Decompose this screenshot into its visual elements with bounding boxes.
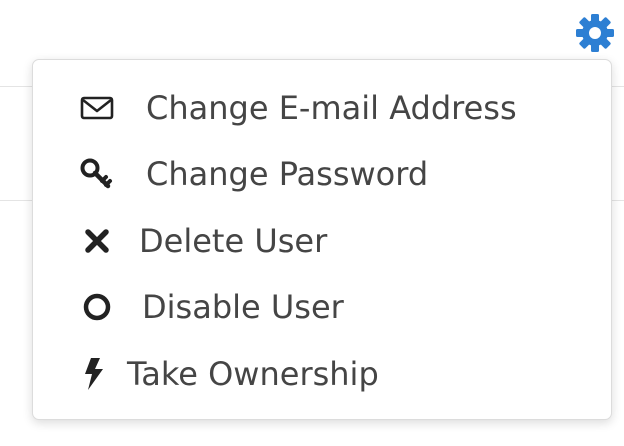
menu-item-disable-user[interactable]: Disable User (33, 277, 611, 337)
menu-item-change-email[interactable]: Change E-mail Address (33, 78, 611, 138)
times-icon (81, 226, 113, 256)
menu-item-label: Take Ownership (127, 355, 379, 393)
gear-icon (576, 14, 614, 52)
menu-item-label: Disable User (142, 288, 344, 326)
circle-icon (80, 290, 114, 324)
bolt-icon (81, 356, 107, 392)
key-icon (79, 157, 115, 191)
menu-item-delete-user[interactable]: Delete User (33, 211, 611, 271)
user-actions-menu: Change E-mail Address Change Password De… (32, 59, 612, 420)
menu-item-label: Change E-mail Address (146, 89, 517, 127)
settings-button[interactable] (573, 11, 617, 55)
menu-item-label: Change Password (146, 155, 429, 193)
menu-item-take-ownership[interactable]: Take Ownership (33, 344, 611, 404)
menu-item-label: Delete User (139, 222, 328, 260)
envelope-icon (79, 93, 115, 123)
menu-item-change-password[interactable]: Change Password (33, 144, 611, 204)
